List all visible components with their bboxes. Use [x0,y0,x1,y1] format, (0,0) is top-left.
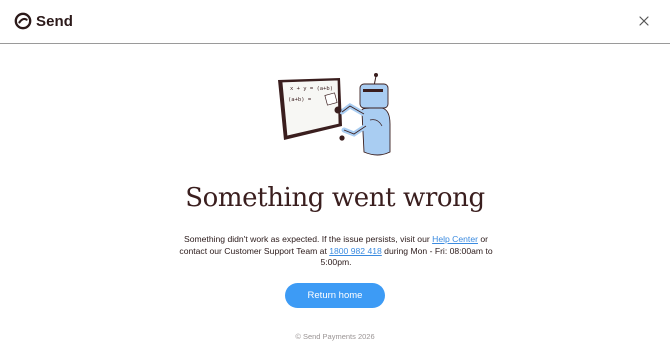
brand-name: Send [36,12,74,30]
top-header: Send [0,0,670,44]
send-logo-icon [14,12,32,30]
help-center-link[interactable]: Help Center [432,234,478,244]
close-icon[interactable] [638,15,650,27]
robot-whiteboard-illustration: x + y = (a+b) (a+b) = [278,73,391,156]
support-phone-link[interactable]: 1800 982 418 [329,246,382,256]
return-home-button[interactable]: Return home [285,283,385,308]
message-text-1: Something didn't work as expected. If th… [183,234,433,244]
board-line-1: x + y = (a+b) [290,86,333,92]
brand-logo[interactable]: Send [14,11,73,31]
error-message: Something didn't work as expected. If th… [178,234,494,269]
footer-copyright: © Send Payments 2026 [295,332,375,341]
board-line-2: (a+b) = [288,97,312,103]
page-title: Something went wrong [185,183,485,213]
